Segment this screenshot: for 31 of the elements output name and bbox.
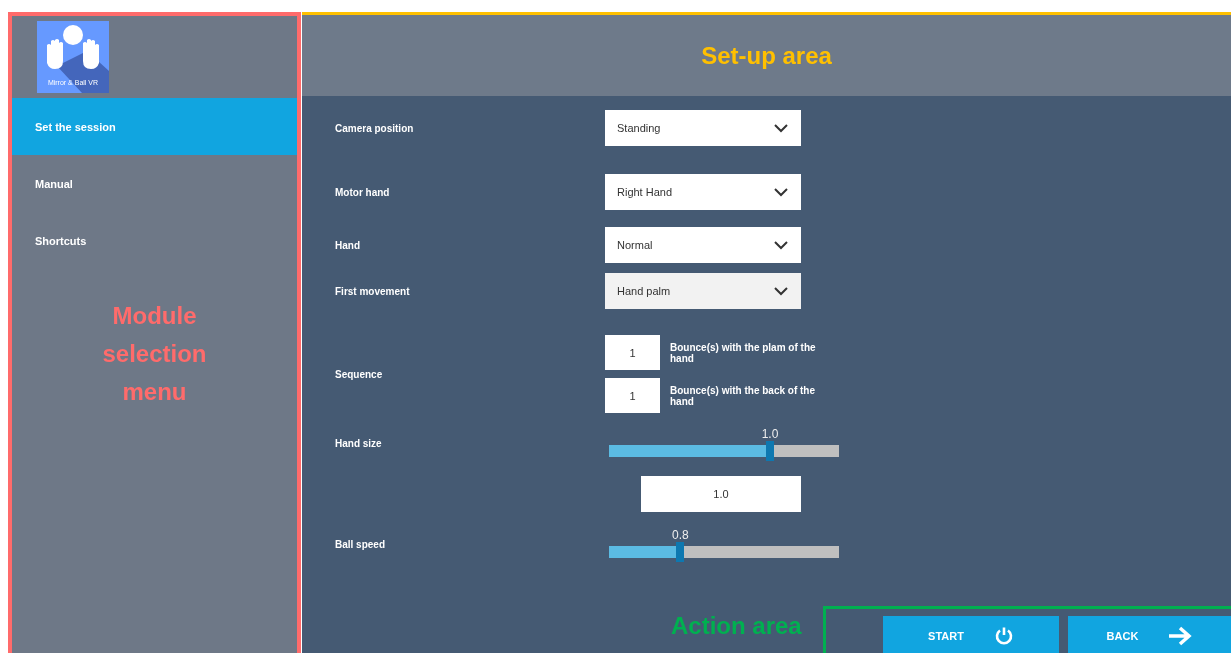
number-field[interactable]: 1.0 xyxy=(641,476,801,512)
field-label: Sequence xyxy=(335,368,384,380)
annotation-label: Action area xyxy=(671,612,802,640)
dropdown[interactable]: Standing xyxy=(605,110,801,146)
chevron-down-icon xyxy=(774,240,788,250)
slider-value: 1.0 xyxy=(761,427,779,441)
slider-thumb[interactable] xyxy=(766,441,774,461)
field-label: Motor hand xyxy=(335,186,391,198)
annotation-label: Set-up area xyxy=(701,41,832,70)
field-label: Camera position xyxy=(335,122,415,134)
power-icon xyxy=(993,626,1014,646)
field-caption: Bounce(s) with the back of the hand xyxy=(670,384,816,407)
field-label: Ball speed xyxy=(335,538,387,550)
dropdown[interactable]: Right Hand xyxy=(605,174,801,210)
field-caption: Bounce(s) with the plam of the hand xyxy=(670,341,817,364)
dropdown[interactable]: Hand palm xyxy=(605,273,801,309)
slider-value: 0.8 xyxy=(671,528,689,542)
slider-thumb[interactable] xyxy=(676,542,685,562)
field-label: Hand xyxy=(335,239,361,251)
chevron-down-icon xyxy=(774,187,788,197)
menu-item[interactable]: Manual xyxy=(12,155,297,212)
field-label: First movement xyxy=(335,285,411,297)
number-field[interactable]: 1 xyxy=(605,378,660,413)
chevron-down-icon xyxy=(774,286,788,296)
arrow-right-icon xyxy=(1168,626,1193,646)
number-field[interactable]: 1 xyxy=(605,335,660,370)
annotation-label: Module selection menu xyxy=(101,301,208,407)
chevron-down-icon xyxy=(774,123,788,133)
menu-item[interactable]: Shortcuts xyxy=(12,212,297,269)
dropdown[interactable]: Normal xyxy=(605,227,801,263)
field-label: Hand size xyxy=(335,437,383,449)
